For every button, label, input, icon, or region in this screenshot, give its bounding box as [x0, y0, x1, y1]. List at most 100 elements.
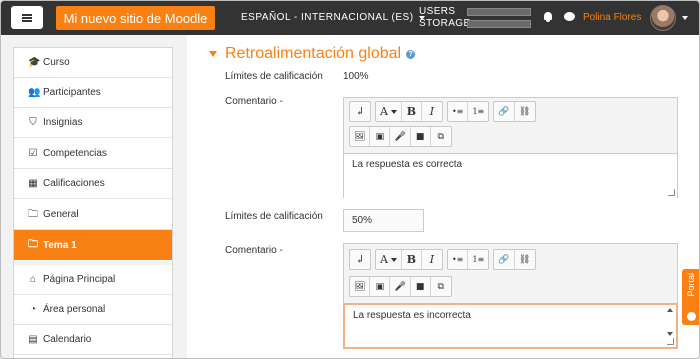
portal-icon: [687, 312, 696, 321]
comment-text: La respuesta es correcta: [352, 159, 463, 170]
scroll-up-icon[interactable]: [667, 308, 673, 312]
ordered-list-button[interactable]: 1≡: [468, 102, 488, 121]
folder-icon: 🗀: [28, 208, 38, 220]
site-brand-link[interactable]: Mi nuevo sitio de Moodle: [56, 6, 215, 30]
sidebar-item-calificaciones[interactable]: ▦ Calificaciones: [14, 169, 172, 199]
unordered-list-button[interactable]: •≡: [448, 102, 469, 121]
toolbar-group: •≡ 1≡: [446, 249, 490, 270]
editor-toolbar-row: ↲ A B I •≡ 1≡ 🔗 ⛓: [349, 249, 536, 270]
toolbar-toggle-button[interactable]: ↲: [350, 102, 370, 121]
toolbar-group: A B I: [375, 249, 443, 270]
sidebar-item-insignias[interactable]: ⛉ Insignias: [14, 108, 172, 138]
portal-tab[interactable]: Portal: [682, 269, 699, 325]
unlink-button[interactable]: ⛓: [515, 250, 535, 269]
comment-label: Comentario -: [225, 245, 283, 256]
editor-toolbar-row: 🖼 ▣ 🎤 ■ ⧉: [349, 126, 452, 147]
table-icon: ▦: [28, 177, 38, 189]
editor-toolbar-row: ↲ A B I •≡ 1≡ 🔗 ⛓: [349, 101, 536, 122]
toolbar-group: ↲: [349, 101, 371, 122]
sidebar-item-pagina-principal[interactable]: ⌂ Página Principal: [14, 265, 172, 295]
comment-textarea[interactable]: La respuesta es correcta: [344, 153, 677, 198]
sidebar-item-label: Calificaciones: [43, 178, 105, 189]
record-audio-button[interactable]: 🎤: [390, 277, 411, 296]
link-button[interactable]: 🔗: [494, 250, 515, 269]
italic-button[interactable]: I: [422, 250, 442, 269]
menu-toggle-button[interactable]: [11, 6, 43, 29]
font-style-button[interactable]: A: [376, 250, 402, 269]
language-label: ESPAÑOL - INTERNACIONAL (ES): [241, 12, 414, 23]
section-title: Retroalimentación global: [225, 45, 402, 62]
manage-files-button[interactable]: ⧉: [431, 277, 451, 296]
avatar[interactable]: [650, 5, 676, 31]
users-usage-bar: [467, 8, 531, 16]
user-menu-caret-icon[interactable]: [682, 16, 688, 20]
portal-label: Portal: [686, 273, 696, 297]
sidebar-item-participantes[interactable]: 👥 Participantes: [14, 78, 172, 108]
bold-button[interactable]: B: [402, 102, 422, 121]
course-sidebar: 🎓 Curso 👥 Participantes ⛉ Insignias ☑ Co…: [13, 47, 173, 358]
record-audio-button[interactable]: 🎤: [390, 127, 411, 146]
toolbar-group: 🔗 ⛓: [493, 249, 536, 270]
toolbar-group: ↲: [349, 249, 371, 270]
sidebar-item-label: Tema 1: [43, 239, 77, 251]
shield-icon: ⛉: [29, 116, 37, 128]
sidebar-item-label: General: [43, 209, 79, 220]
section-header[interactable]: Retroalimentación global ?: [209, 45, 416, 63]
image-button[interactable]: 🖼: [350, 127, 371, 146]
bold-button[interactable]: B: [402, 250, 422, 269]
comment-text: La respuesta es incorrecta: [353, 310, 471, 321]
bell-icon[interactable]: [543, 12, 553, 22]
resize-handle-icon[interactable]: [668, 189, 675, 196]
calendar-icon: ▤: [28, 333, 38, 345]
main-content: Retroalimentación global ? Límites de ca…: [187, 35, 699, 358]
menu-icon: [22, 13, 32, 22]
storage-usage-label: STORAGE: [419, 18, 471, 29]
toolbar-toggle-button[interactable]: ↲: [350, 250, 370, 269]
toolbar-group: 🖼 ▣ 🎤 ■ ⧉: [349, 276, 452, 297]
font-style-button[interactable]: A: [376, 102, 402, 121]
sidebar-item-curso[interactable]: 🎓 Curso: [14, 48, 172, 78]
resize-handle-icon[interactable]: [667, 338, 674, 345]
image-button[interactable]: 🖼: [350, 277, 371, 296]
media-button[interactable]: ▣: [370, 277, 391, 296]
sidebar-item-area-personal[interactable]: ◔ Área personal: [14, 295, 172, 325]
grade-limit-input-value: 50%: [352, 215, 373, 226]
checkbox-icon: ☑: [28, 147, 38, 159]
italic-button[interactable]: I: [422, 102, 442, 121]
sidebar-item-label: Área personal: [43, 304, 106, 315]
record-video-button[interactable]: ■: [411, 277, 431, 296]
grade-limit-label: Límites de calificación: [225, 71, 323, 82]
dashboard-icon: ◔: [29, 303, 37, 315]
collapse-triangle-icon[interactable]: [209, 51, 217, 57]
help-icon[interactable]: ?: [406, 49, 416, 59]
sidebar-item-label: Curso: [43, 57, 70, 68]
sidebar-item-tema-1[interactable]: 🗀 Tema 1: [14, 230, 172, 260]
record-video-button[interactable]: ■: [411, 127, 431, 146]
usage-labels: USERS STORAGE: [419, 6, 471, 30]
user-name[interactable]: Polina Flores: [583, 12, 641, 23]
sidebar-item-calendario[interactable]: ▤ Calendario: [14, 325, 172, 355]
grade-limit-label: Límites de calificación: [225, 211, 323, 222]
users-usage-label: USERS: [419, 6, 456, 17]
sidebar-item-label: Participantes: [43, 87, 101, 98]
sidebar-item-competencias[interactable]: ☑ Competencias: [14, 139, 172, 169]
ordered-list-button[interactable]: 1≡: [468, 250, 488, 269]
unordered-list-button[interactable]: •≡: [448, 250, 469, 269]
scroll-down-icon[interactable]: [667, 332, 673, 336]
storage-usage-bar: [467, 20, 531, 28]
grade-limit-input[interactable]: 50%: [343, 209, 424, 232]
toolbar-group: 🔗 ⛓: [493, 101, 536, 122]
language-menu[interactable]: ESPAÑOL - INTERNACIONAL (ES): [241, 12, 425, 23]
chat-icon[interactable]: [564, 12, 575, 21]
link-button[interactable]: 🔗: [494, 102, 515, 121]
manage-files-button[interactable]: ⧉: [431, 127, 451, 146]
comment-editor: ↲ A B I •≡ 1≡ 🔗 ⛓ 🖼 ▣ 🎤 ■ ⧉ La respuesta…: [343, 243, 678, 349]
unlink-button[interactable]: ⛓: [515, 102, 535, 121]
media-button[interactable]: ▣: [370, 127, 391, 146]
comment-label: Comentario -: [225, 96, 283, 107]
sidebar-item-general[interactable]: 🗀 General: [14, 200, 172, 230]
comment-textarea[interactable]: La respuesta es incorrecta: [343, 303, 678, 349]
textarea-scrollbar[interactable]: [667, 308, 673, 338]
toolbar-group: A B I: [375, 101, 443, 122]
sidebar-item-label: Página Principal: [43, 274, 116, 285]
